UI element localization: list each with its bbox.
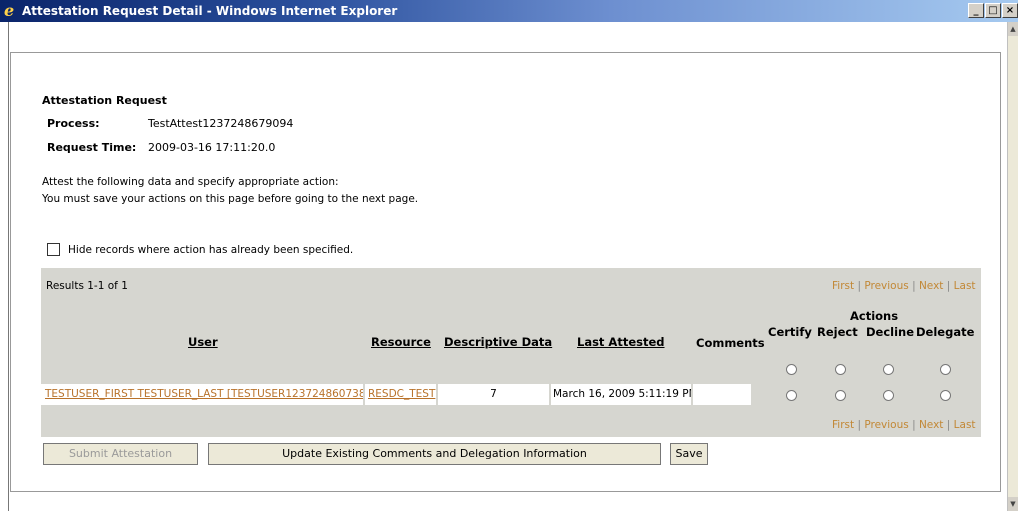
pager-separator: | [857, 280, 861, 292]
header-last-attested[interactable]: Last Attested [577, 335, 665, 349]
instruction-line-1: Attest the following data and specify ap… [42, 176, 339, 188]
reject-all-radio[interactable] [835, 364, 846, 375]
header-reject: Reject [817, 325, 858, 339]
hide-records-label: Hide records where action has already be… [68, 243, 354, 256]
pager-first-link[interactable]: First [832, 280, 854, 292]
table-row: TESTUSER_FIRST TESTUSER_LAST [TESTUSER12… [41, 384, 753, 405]
results-count: Results 1-1 of 1 [46, 280, 128, 292]
process-label: Process: [47, 117, 100, 130]
maximize-button[interactable]: □ [985, 3, 1001, 18]
reject-radio[interactable] [835, 390, 846, 401]
header-actions: Actions [850, 309, 899, 323]
last-attested-cell: March 16, 2009 5:11:19 PM [551, 384, 693, 405]
window-title: Attestation Request Detail - Windows Int… [22, 4, 398, 18]
resource-cell: RESDC_TEST [365, 384, 438, 405]
pager-separator: | [946, 280, 951, 292]
pager-separator: | [946, 419, 951, 431]
submit-attestation-button[interactable]: Submit Attestation [43, 443, 198, 465]
user-cell: TESTUSER_FIRST TESTUSER_LAST [TESTUSER12… [41, 384, 365, 405]
decline-all-radio[interactable] [883, 364, 894, 375]
pager-previous-link[interactable]: Previous [864, 419, 908, 431]
pager-next-link[interactable]: Next [919, 419, 943, 431]
delegate-radio[interactable] [940, 390, 951, 401]
user-link[interactable]: TESTUSER_FIRST TESTUSER_LAST [TESTUSER12… [45, 388, 363, 400]
request-time-label: Request Time: [47, 141, 137, 154]
update-comments-button[interactable]: Update Existing Comments and Delegation … [208, 443, 661, 465]
pager-separator: | [912, 419, 916, 431]
header-user[interactable]: User [188, 335, 218, 349]
resource-link[interactable]: RESDC_TEST [368, 388, 435, 400]
close-button[interactable]: × [1002, 3, 1018, 18]
scroll-down-arrow-icon[interactable]: ▼ [1008, 497, 1018, 511]
pager-previous-link[interactable]: Previous [864, 280, 908, 292]
vertical-scrollbar[interactable]: ▲ ▼ [1007, 22, 1018, 511]
minimize-button[interactable]: _ [968, 3, 984, 18]
certify-radio[interactable] [786, 390, 797, 401]
pager-last-link[interactable]: Last [954, 419, 976, 431]
header-certify: Certify [768, 325, 812, 339]
delegate-all-radio[interactable] [940, 364, 951, 375]
hide-records-checkbox[interactable] [47, 243, 60, 256]
pager-separator: | [857, 419, 861, 431]
pager-bottom: First | Previous | Next | Last [832, 419, 976, 431]
attestation-request-heading: Attestation Request [42, 94, 167, 107]
pager-last-link[interactable]: Last [954, 280, 976, 292]
instruction-line-2: You must save your actions on this page … [42, 193, 419, 205]
comments-cell[interactable] [693, 384, 753, 405]
request-time-value: 2009-03-16 17:11:20.0 [148, 141, 276, 154]
certify-all-radio[interactable] [786, 364, 797, 375]
pager-top: First | Previous | Next | Last [832, 280, 976, 292]
scroll-up-arrow-icon[interactable]: ▲ [1008, 22, 1018, 36]
header-descriptive-data[interactable]: Descriptive Data [444, 335, 552, 349]
results-table [41, 268, 981, 437]
window-left-border [8, 22, 9, 511]
window-title-bar[interactable]: e Attestation Request Detail - Windows I… [0, 0, 1018, 22]
header-decline: Decline [866, 325, 915, 339]
pager-first-link[interactable]: First [832, 419, 854, 431]
header-delegate: Delegate [916, 325, 975, 339]
descriptive-data-cell: 7 [438, 384, 551, 405]
pager-next-link[interactable]: Next [919, 280, 943, 292]
header-comments: Comments [696, 336, 765, 350]
header-resource[interactable]: Resource [371, 335, 431, 349]
decline-radio[interactable] [883, 390, 894, 401]
process-value: TestAttest1237248679094 [148, 117, 294, 130]
save-button[interactable]: Save [670, 443, 708, 465]
hide-records-option: Hide records where action has already be… [47, 243, 353, 256]
internet-explorer-icon: e [4, 1, 15, 20]
pager-separator: | [912, 280, 916, 292]
